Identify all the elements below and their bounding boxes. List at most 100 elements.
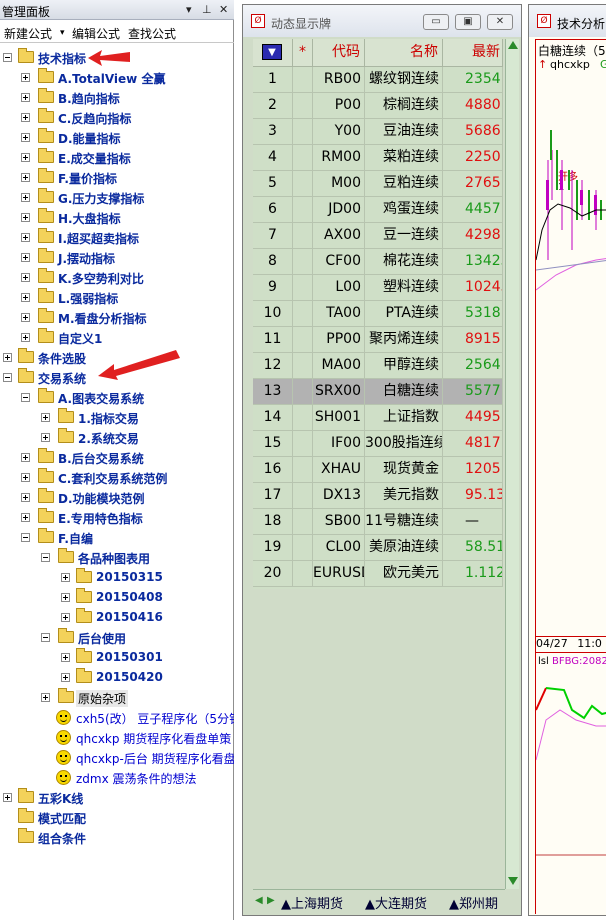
- price-cell[interactable]: 2765: [443, 171, 503, 197]
- scroll-up-icon[interactable]: [508, 41, 518, 49]
- collapse-icon[interactable]: [41, 633, 50, 642]
- code-cell[interactable]: PP00: [313, 327, 365, 353]
- expand-icon[interactable]: [21, 173, 30, 182]
- tree-node-trading[interactable]: 交易系统: [0, 368, 230, 388]
- expand-icon[interactable]: [21, 193, 30, 202]
- price-cell[interactable]: 58.51: [443, 535, 503, 561]
- expand-icon[interactable]: [21, 113, 30, 122]
- kline-chart[interactable]: 白糖连续（5分 ↑ qhcxkp G 开多 1: [535, 39, 606, 914]
- price-cell[interactable]: 4457: [443, 197, 503, 223]
- code-cell[interactable]: EURUSD: [313, 561, 365, 587]
- panel-menu-icon[interactable]: ▾: [186, 3, 192, 16]
- tree-node-tech-e[interactable]: E.成交量指标: [0, 148, 230, 168]
- row-number-cell[interactable]: 11: [253, 327, 293, 353]
- code-cell[interactable]: L00: [313, 275, 365, 301]
- star-cell[interactable]: [293, 275, 313, 301]
- star-cell[interactable]: [293, 171, 313, 197]
- tree-node-tech-g[interactable]: G.压力支撑指标: [0, 188, 230, 208]
- expand-icon[interactable]: [21, 453, 30, 462]
- expand-icon[interactable]: [21, 153, 30, 162]
- tab-shanghai-futures[interactable]: ▲上海期货: [281, 893, 343, 912]
- name-cell[interactable]: 塑料连续: [365, 275, 443, 301]
- tree-node-20150420[interactable]: 20150420: [0, 668, 230, 688]
- tree-node-trading-c[interactable]: C.套利交易系统范例: [0, 468, 230, 488]
- row-number-cell[interactable]: 16: [253, 457, 293, 483]
- code-cell[interactable]: MA00: [313, 353, 365, 379]
- row-number-cell[interactable]: 19: [253, 535, 293, 561]
- expand-icon[interactable]: [41, 693, 50, 702]
- name-cell[interactable]: 11号糖连续: [365, 509, 443, 535]
- tree-node-tech-k[interactable]: K.多空势利对比: [0, 268, 230, 288]
- expand-icon[interactable]: [3, 793, 12, 802]
- expand-icon[interactable]: [21, 213, 30, 222]
- star-cell[interactable]: [293, 561, 313, 587]
- row-number-cell[interactable]: 4: [253, 145, 293, 171]
- expand-icon[interactable]: [61, 653, 70, 662]
- expand-icon[interactable]: [21, 293, 30, 302]
- row-number-cell[interactable]: 10: [253, 301, 293, 327]
- code-cell[interactable]: M00: [313, 171, 365, 197]
- collapse-icon[interactable]: [3, 373, 12, 382]
- tree-node-tech-l[interactable]: L.强弱指标: [0, 288, 230, 308]
- tab-zhengzhou-futures[interactable]: ▲郑州期: [449, 893, 498, 912]
- name-cell[interactable]: 豆油连续: [365, 119, 443, 145]
- star-cell[interactable]: [293, 405, 313, 431]
- pin-icon[interactable]: ⊥: [202, 3, 212, 16]
- tree-node-tech-b[interactable]: B.趋向指标: [0, 88, 230, 108]
- expand-icon[interactable]: [61, 593, 70, 602]
- close-icon[interactable]: ✕: [219, 3, 228, 16]
- code-cell[interactable]: Y00: [313, 119, 365, 145]
- expand-icon[interactable]: [21, 253, 30, 262]
- name-cell[interactable]: 欧元美元: [365, 561, 443, 587]
- expand-icon[interactable]: [61, 613, 70, 622]
- tree-node-20150416[interactable]: 20150416: [0, 608, 230, 628]
- name-cell[interactable]: 白糖连续: [365, 379, 443, 405]
- tree-node-20150301[interactable]: 20150301: [0, 648, 230, 668]
- price-cell[interactable]: 5686: [443, 119, 503, 145]
- name-cell[interactable]: 棉花连续: [365, 249, 443, 275]
- price-cell[interactable]: 5318: [443, 301, 503, 327]
- row-number-cell[interactable]: 1: [253, 67, 293, 93]
- code-cell[interactable]: AX00: [313, 223, 365, 249]
- select-column-header[interactable]: ▼: [253, 39, 293, 67]
- scroll-down-icon[interactable]: [508, 877, 518, 885]
- price-cell[interactable]: 5577: [443, 379, 503, 405]
- name-cell[interactable]: 美元指数: [365, 483, 443, 509]
- new-formula-button[interactable]: 新建公式: [4, 25, 52, 42]
- star-cell[interactable]: [293, 93, 313, 119]
- price-cell[interactable]: 2564: [443, 353, 503, 379]
- tree-formula-qhcxkp[interactable]: qhcxkp 期货程序化看盘单策: [0, 728, 234, 748]
- collapse-icon[interactable]: [21, 533, 30, 542]
- expand-icon[interactable]: [21, 473, 30, 482]
- expand-icon[interactable]: [21, 493, 30, 502]
- tree-node-trading-b[interactable]: B.后台交易系统: [0, 448, 230, 468]
- row-number-cell[interactable]: 9: [253, 275, 293, 301]
- tree-node-indicator-trade[interactable]: 1.指标交易: [0, 408, 230, 428]
- name-cell[interactable]: 聚丙烯连续: [365, 327, 443, 353]
- row-number-cell[interactable]: 12: [253, 353, 293, 379]
- vertical-scrollbar[interactable]: [505, 39, 519, 889]
- name-cell[interactable]: 螺纹钢连续: [365, 67, 443, 93]
- price-cell[interactable]: —: [443, 509, 503, 535]
- collapse-icon[interactable]: [21, 393, 30, 402]
- tree-node-20150315[interactable]: 20150315: [0, 568, 230, 588]
- price-cell[interactable]: 95.135: [443, 483, 503, 509]
- price-cell[interactable]: 4298: [443, 223, 503, 249]
- star-cell[interactable]: [293, 483, 313, 509]
- star-cell[interactable]: [293, 431, 313, 457]
- find-formula-button[interactable]: 查找公式: [128, 25, 176, 42]
- tree-node-tech-j[interactable]: J.摆动指标: [0, 248, 230, 268]
- expand-icon[interactable]: [3, 353, 12, 362]
- row-number-cell[interactable]: 5: [253, 171, 293, 197]
- close-button[interactable]: ✕: [487, 14, 513, 30]
- row-number-cell[interactable]: 7: [253, 223, 293, 249]
- tree-formula-cxh5[interactable]: cxh5(改） 豆子程序化（5分钟: [0, 708, 234, 728]
- code-column-header[interactable]: 代码: [313, 39, 365, 67]
- tree-node-trading-f[interactable]: F.自编: [0, 528, 230, 548]
- row-number-cell[interactable]: 15: [253, 431, 293, 457]
- name-cell[interactable]: 菜粕连续: [365, 145, 443, 171]
- code-cell[interactable]: CL00: [313, 535, 365, 561]
- code-cell[interactable]: SRX00: [313, 379, 365, 405]
- tab-scroll-right-icon[interactable]: ▶: [267, 895, 275, 906]
- star-cell[interactable]: [293, 67, 313, 93]
